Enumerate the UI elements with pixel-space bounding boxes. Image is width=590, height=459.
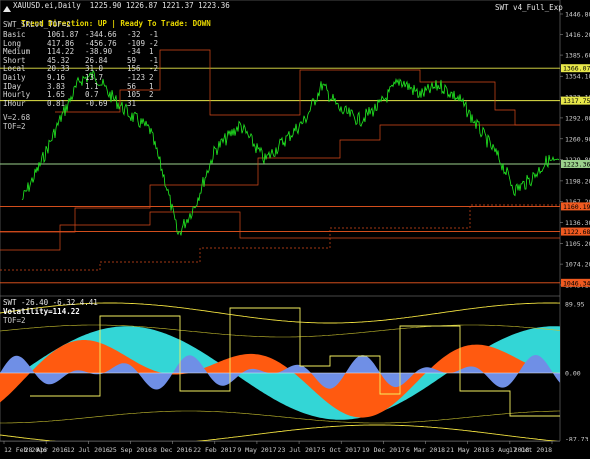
symbol-line: XAUUSD.ei,Daily 1225.90 1226.87 1221.37 …: [13, 1, 230, 10]
level-tag-label: 1160.19: [563, 203, 590, 211]
level-tags: 1366.07 1317.75 1223.36 1160.19 1122.68 1046.…: [561, 64, 590, 287]
trend-value: UP: [97, 18, 107, 28]
expert-name[interactable]: SWT v4_Full_Exp: [495, 3, 563, 13]
time-axis: 12 Feb 201628 Apr 2016 12 Jul 2016 25 Sep …: [0, 441, 560, 454]
price-tick-label: 1354.10: [565, 73, 590, 81]
time-tick-label: 8 Dec 2016: [153, 446, 192, 454]
time-tick-label: 21 May 2018: [446, 446, 489, 454]
tof-value: TOF=2: [3, 122, 26, 131]
price-tick-label: 1446.80: [565, 11, 590, 19]
time-tick-label: 12 Jul 2016: [67, 446, 110, 454]
price-tick-label: 1292.00: [565, 114, 590, 122]
price-tick-label: 1136.30: [565, 219, 590, 227]
price-axis: 1446.801416.201385.601354.101323.101292.…: [560, 11, 590, 290]
subwindow-tof: TOF=2: [3, 316, 26, 325]
price-tick-label: 1416.20: [565, 31, 590, 39]
indicator-subwindow[interactable]: 89.950.00-87.73: [0, 296, 590, 441]
subwindow-axis-label: 0.00: [565, 370, 581, 378]
row-value: 31: [127, 98, 137, 108]
time-tick-label: 25 Sep 2016: [109, 446, 152, 454]
price-tick-label: 1105.20: [565, 240, 590, 248]
time-tick-label: 19 Dec 2017: [362, 446, 405, 454]
time-tick-label: 28 Apr 2016: [25, 446, 68, 454]
level-tag-label: 1046.34: [563, 279, 590, 287]
row-value: -0.69: [85, 98, 108, 108]
level-tag-label: 1122.68: [563, 228, 590, 236]
time-tick-label: 23 Jul 2017: [278, 446, 321, 454]
subwindow-axis: 89.950.00-87.73: [565, 301, 589, 442]
row-label: IHour: [3, 98, 26, 108]
table-row: Medium 114.22 -38.90 -34 1: [3, 48, 163, 57]
time-tick-label: 5 Oct 2017: [322, 446, 361, 454]
time-tick-label: 22 Feb 2017: [193, 446, 236, 454]
row-value: 0.81: [47, 98, 66, 108]
table-row: Hourly 1.65 0.7 105 2: [3, 91, 163, 100]
table-row: Daily 9.16 13.7 -123 2: [3, 73, 163, 83]
level-tag-label: 1317.75: [563, 97, 590, 105]
time-tick-label: 6 Mar 2018: [406, 446, 445, 454]
table-row: IHour 0.81 -0.69 31: [3, 98, 163, 109]
mt4-chart-window: 1446.801416.201385.601354.101323.101292.…: [0, 0, 590, 459]
indicator-subtitle: SWT_SRLvl_TOF=2: [3, 20, 71, 29]
ready-label: Ready To Trade:: [120, 18, 189, 28]
level-tag-label: 1366.07: [563, 65, 590, 73]
time-tick-label: 9 May 2017: [237, 446, 276, 454]
price-tick-label: 1260.90: [565, 135, 590, 143]
time-tick-label: 17 Oct 2018: [509, 446, 552, 454]
price-tick-label: 1074.20: [565, 261, 590, 269]
subwindow-axis-label: 89.95: [565, 301, 585, 309]
level-tag-label: 1223.36: [563, 160, 590, 168]
price-tick-label: 1198.20: [565, 177, 590, 185]
price-tick-label: 1385.60: [565, 52, 590, 60]
separator: |: [111, 18, 116, 28]
ready-value: DOWN: [192, 18, 211, 28]
row-value: 2: [149, 90, 154, 100]
